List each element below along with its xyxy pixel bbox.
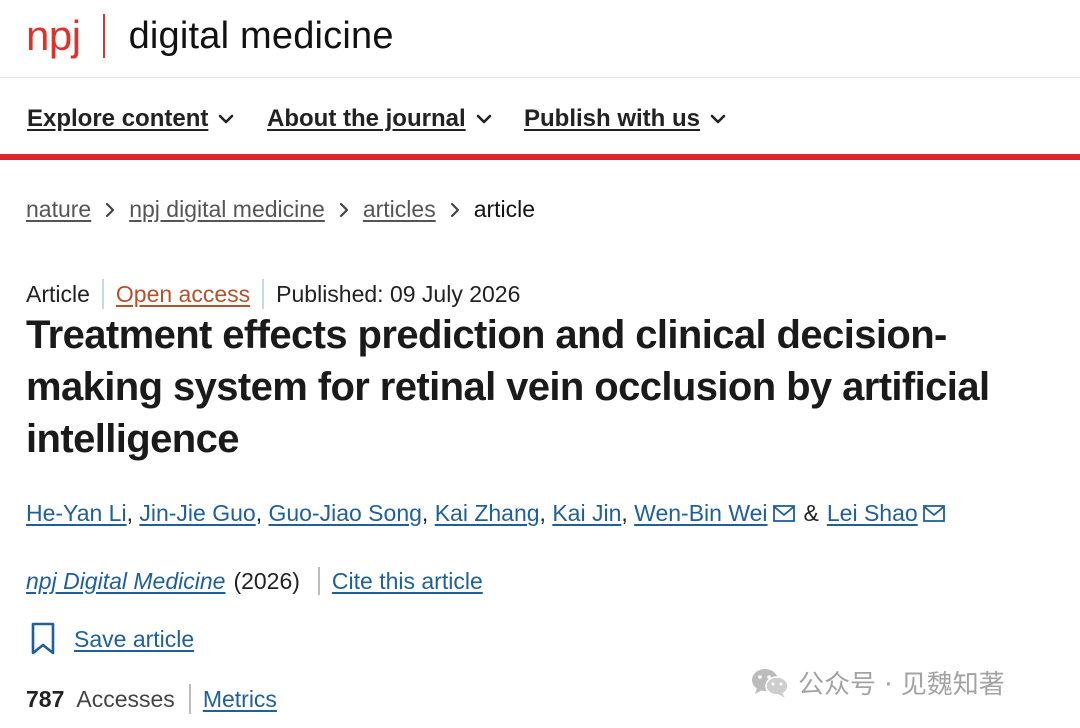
article-meta: Article Open access Published: 09 July 2… — [26, 279, 520, 309]
author-link[interactable]: Kai Jin — [552, 500, 621, 527]
watermark-text: 公众号 · 见魏知著 — [798, 670, 1005, 700]
accesses-label: Accesses — [76, 685, 175, 712]
article-type: Article — [26, 280, 90, 307]
metrics-divider — [188, 684, 191, 714]
chevron-right-icon — [105, 202, 115, 218]
author-separator: , — [621, 500, 628, 526]
main-nav: Explore content About the journal Publis… — [0, 78, 1080, 160]
journal-citation: npj Digital Medicine (2026) Cite this ar… — [26, 567, 483, 595]
nav-publish-with-us[interactable]: Publish with us — [524, 105, 726, 133]
chevron-down-icon — [219, 114, 234, 124]
journal-year: (2026) — [233, 567, 300, 594]
chevron-down-icon — [710, 114, 726, 124]
email-icon[interactable] — [922, 504, 946, 524]
breadcrumb-current: article — [473, 196, 536, 222]
author-link[interactable]: Guo-Jiao Song — [268, 500, 421, 527]
author-list: He-Yan Li, Jin-Jie Guo, Guo-Jiao Song, K… — [26, 500, 946, 527]
journal-divider — [317, 567, 320, 595]
article-title: Treatment effects prediction and clinica… — [26, 313, 990, 461]
chevron-right-icon — [450, 202, 460, 218]
open-access-link[interactable]: Open access — [116, 281, 250, 308]
author-link[interactable]: He-Yan Li — [26, 500, 127, 527]
author-link[interactable]: Lei Shao — [827, 500, 918, 527]
email-icon[interactable] — [772, 504, 796, 524]
breadcrumb-nature[interactable]: nature — [26, 196, 91, 223]
nav-about-journal[interactable]: About the journal — [267, 105, 492, 133]
access-count: 787 — [26, 685, 65, 712]
logo-npj: npj — [26, 12, 81, 59]
author-separator: , — [421, 500, 429, 526]
breadcrumb: nature npj digital medicine articles art… — [26, 196, 535, 223]
author-separator: , — [126, 500, 133, 526]
nav-explore-content-label: Explore content — [27, 105, 209, 132]
meta-divider — [262, 279, 265, 309]
breadcrumb-npj-digital-medicine[interactable]: npj digital medicine — [129, 196, 325, 223]
metrics-link[interactable]: Metrics — [203, 686, 277, 713]
author-link[interactable]: Wen-Bin Wei — [634, 500, 767, 527]
author-link[interactable]: Kai Zhang — [435, 500, 540, 527]
save-article-label: Save article — [74, 625, 195, 652]
author-separator: , — [255, 500, 263, 526]
chevron-down-icon — [476, 114, 491, 124]
article-metrics: 787 Accesses Metrics — [26, 684, 277, 714]
meta-divider — [101, 279, 104, 309]
nav-publish-with-us-label: Publish with us — [524, 105, 701, 132]
journal-name-link[interactable]: npj Digital Medicine — [26, 568, 225, 595]
save-article-button[interactable]: Save article — [30, 622, 194, 656]
nav-about-journal-label: About the journal — [267, 105, 466, 132]
cite-article-link[interactable]: Cite this article — [332, 568, 483, 595]
author-separator: , — [539, 500, 546, 526]
nav-explore-content[interactable]: Explore content — [27, 105, 234, 133]
wechat-icon — [752, 668, 789, 698]
logo-divider — [102, 14, 105, 58]
site-header: npj digital medicine — [0, 0, 1080, 78]
published-date: Published: 09 July 2026 — [276, 280, 521, 307]
breadcrumb-articles[interactable]: articles — [363, 196, 436, 223]
bookmark-icon — [31, 622, 55, 655]
author-ampersand: & — [803, 500, 819, 526]
logo-journal-title: digital medicine — [128, 15, 394, 57]
author-link[interactable]: Jin-Jie Guo — [139, 500, 255, 527]
chevron-right-icon — [339, 202, 349, 218]
journal-logo[interactable]: npj digital medicine — [26, 10, 394, 62]
wechat-watermark: 公众号 · 见魏知著 — [750, 664, 1005, 701]
